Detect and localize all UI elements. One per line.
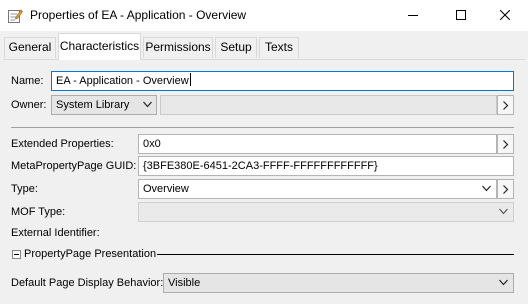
default-page-display-behavior-select[interactable]: Visible: [163, 273, 514, 293]
tab-permissions[interactable]: Permissions: [143, 37, 213, 58]
guid-label: MetaPropertyPage GUID:: [11, 160, 137, 172]
external-identifier-label: External Identifier:: [11, 227, 100, 239]
maximize-icon: [456, 10, 466, 21]
owner-label: Owner:: [11, 99, 47, 111]
chevron-down-icon: [482, 185, 491, 192]
minimize-icon: [408, 15, 418, 17]
name-input[interactable]: EA - Application - Overview: [51, 71, 514, 91]
close-icon: [499, 9, 511, 21]
chevron-down-icon: [499, 279, 508, 286]
chevron-right-icon: [503, 185, 509, 194]
extended-properties-browse-button[interactable]: [497, 134, 514, 154]
title-bar: Properties of EA - Application - Overvie…: [0, 0, 528, 31]
owner-select[interactable]: System Library: [51, 95, 157, 115]
extended-properties-label: Extended Properties:: [11, 138, 114, 150]
tab-setup[interactable]: Setup: [215, 37, 257, 58]
default-page-display-behavior-value: Visible: [168, 277, 201, 289]
name-label: Name:: [11, 75, 44, 87]
owner-detail-field: [160, 95, 497, 115]
window-title: Properties of EA - Application - Overvie…: [30, 8, 247, 22]
properties-pencil-icon: [7, 8, 23, 24]
maximize-button[interactable]: [438, 0, 484, 31]
type-browse-button[interactable]: [497, 179, 514, 199]
mof-type-select[interactable]: [138, 202, 514, 222]
section-divider: [157, 254, 514, 255]
mof-type-label: MOF Type:: [11, 206, 66, 218]
chevron-down-icon: [143, 101, 152, 108]
section-header-property-page-presentation: PropertyPage Presentation: [24, 248, 157, 260]
type-value: Overview: [143, 183, 189, 195]
chevron-down-icon: [499, 208, 508, 215]
divider: [11, 127, 514, 128]
chevron-right-icon: [503, 101, 509, 110]
text-cursor: [189, 73, 191, 86]
name-value: EA - Application - Overview: [56, 75, 189, 87]
guid-field[interactable]: {3BFE380E-6451-2CA3-FFFF-FFFFFFFFFFFF}: [138, 156, 514, 176]
collapse-icon[interactable]: [12, 250, 21, 259]
chevron-right-icon: [503, 140, 509, 149]
tab-general[interactable]: General: [4, 37, 56, 58]
tab-characteristics[interactable]: Characteristics: [58, 33, 141, 60]
extended-properties-field[interactable]: 0x0: [138, 134, 497, 154]
owner-value: System Library: [56, 99, 130, 111]
owner-browse-button[interactable]: [497, 95, 514, 115]
minimize-button[interactable]: [390, 0, 436, 31]
type-label: Type:: [11, 183, 38, 195]
tab-texts[interactable]: Texts: [259, 37, 299, 58]
close-button[interactable]: [482, 0, 528, 31]
type-select[interactable]: Overview: [138, 179, 497, 199]
default-page-display-behavior-label: Default Page Display Behavior:: [11, 277, 164, 289]
